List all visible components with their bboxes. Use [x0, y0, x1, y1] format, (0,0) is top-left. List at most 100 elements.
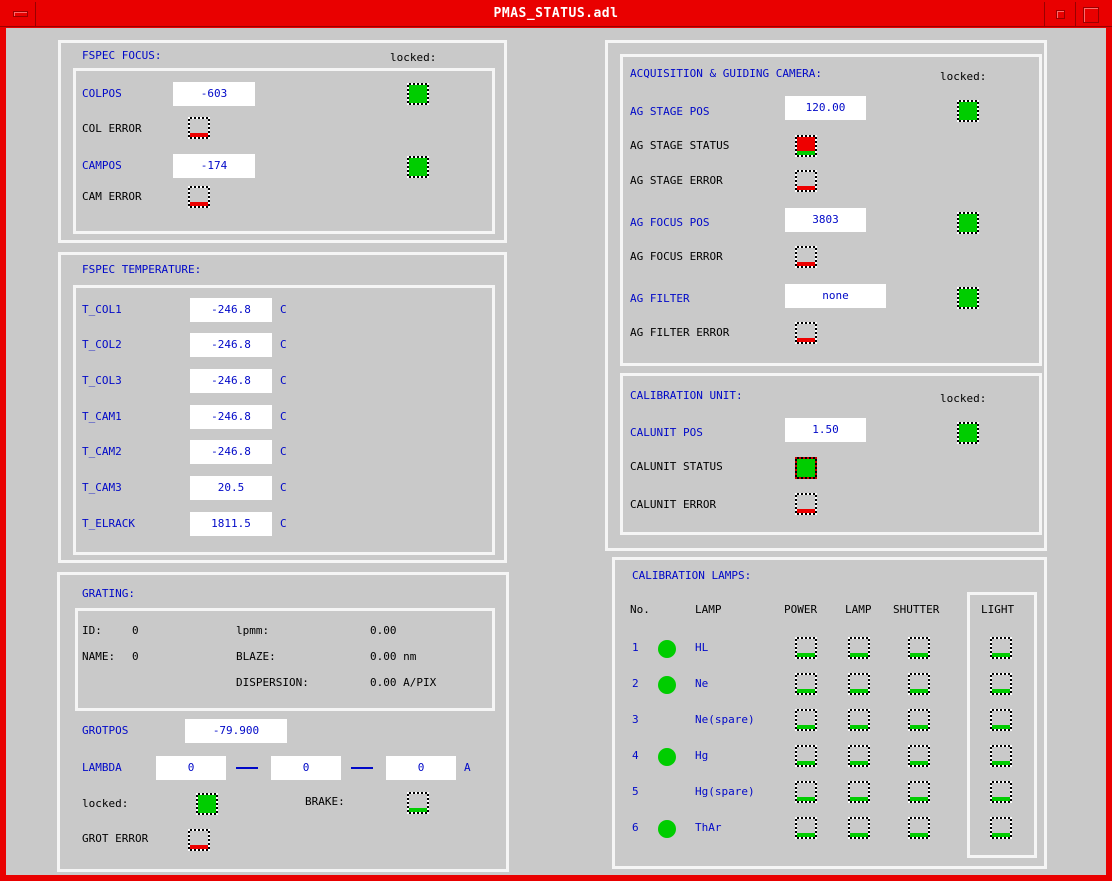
grating-name-value: 0	[132, 651, 139, 663]
grating-id-value: 0	[132, 625, 139, 637]
lamp-row-no: 5	[632, 786, 639, 798]
minimize-button[interactable]	[1045, 4, 1075, 25]
fspec-temperature-panel: FSPEC TEMPERATURE: T_COL1 -246.8 C T_COL…	[58, 252, 507, 563]
grating-locked-indicator	[196, 793, 218, 815]
ag-focus-error-indicator	[795, 246, 817, 268]
calunit-error-indicator	[795, 493, 817, 515]
grating-lpmm-label: lpmm:	[236, 625, 269, 637]
lambda-dash	[351, 767, 373, 769]
temp-row-field[interactable]: 1811.5	[190, 512, 272, 536]
lambda-field-1[interactable]: 0	[156, 756, 226, 780]
lambda-label: LAMBDA	[82, 762, 122, 774]
grating-panel: GRATING: ID: 0 lpmm: 0.00 NAME: 0 BLAZE:…	[57, 572, 509, 872]
lamp-on-dot-4	[658, 748, 676, 766]
ag-focus-pos-field[interactable]: 3803	[785, 208, 866, 232]
grotpos-field[interactable]: -79.900	[185, 719, 287, 743]
temp-row-field[interactable]: 20.5	[190, 476, 272, 500]
ag-filter-field[interactable]: none	[785, 284, 886, 308]
calibration-lamps-title: CALIBRATION LAMPS:	[632, 570, 751, 582]
lamp-6-lamp-indicator	[848, 817, 870, 839]
display-area: FSPEC FOCUS: locked: COLPOS -603 COL ERR…	[6, 28, 1106, 875]
lamp-6-shutter-indicator	[908, 817, 930, 839]
fspec-temperature-inner-panel: T_COL1 -246.8 C T_COL2 -246.8 C T_COL3 -…	[73, 285, 495, 555]
lamp-row-no: 2	[632, 678, 639, 690]
colpos-label: COLPOS	[82, 88, 122, 100]
ag-stage-error-indicator	[795, 170, 817, 192]
calibration-unit-panel: CALIBRATION UNIT: locked: CALUNIT POS 1.…	[620, 373, 1042, 535]
fspec-focus-title: FSPEC FOCUS:	[82, 50, 161, 62]
lamp-row-name: HL	[695, 642, 708, 654]
calibration-unit-title: CALIBRATION UNIT:	[630, 390, 743, 402]
ag-filter-error-indicator	[795, 322, 817, 344]
lamp-5-power-indicator	[795, 781, 817, 803]
lamp-4-light-indicator	[990, 745, 1012, 767]
lamp-2-light-indicator	[990, 673, 1012, 695]
lamp-on-dot-1	[658, 640, 676, 658]
temp-row-label: T_ELRACK	[82, 518, 135, 530]
lamp-3-lamp-indicator	[848, 709, 870, 731]
ag-filter-label: AG FILTER	[630, 293, 690, 305]
calunit-status-indicator	[795, 457, 817, 479]
lamp-row-no: 1	[632, 642, 639, 654]
ag-camera-panel: ACQUISITION & GUIDING CAMERA: locked: AG…	[620, 54, 1042, 366]
grating-blaze-label: BLAZE:	[236, 651, 276, 663]
cam-error-indicator	[188, 186, 210, 208]
lamp-3-shutter-indicator	[908, 709, 930, 731]
temp-row-field[interactable]: -246.8	[190, 298, 272, 322]
temp-row-label: T_CAM1	[82, 411, 122, 423]
lamp-1-lamp-indicator	[848, 637, 870, 659]
lamp-2-lamp-indicator	[848, 673, 870, 695]
lamp-on-dot-6	[658, 820, 676, 838]
fspec-focus-inner-panel: COLPOS -603 COL ERROR CAMPOS -174 CAM ER…	[73, 68, 495, 234]
temp-row-unit: C	[280, 482, 287, 494]
calunit-pos-field[interactable]: 1.50	[785, 418, 866, 442]
grating-dispersion-value: 0.00 A/PIX	[370, 677, 436, 689]
lamp-row-name: Ne(spare)	[695, 714, 755, 726]
col-error-label: COL ERROR	[82, 123, 142, 135]
fspec-focus-panel: FSPEC FOCUS: locked: COLPOS -603 COL ERR…	[58, 40, 507, 243]
ag-filter-locked-indicator	[957, 287, 979, 309]
temp-row-field[interactable]: -246.8	[190, 440, 272, 464]
ag-stage-pos-field[interactable]: 120.00	[785, 96, 866, 120]
lamps-header-shutter: SHUTTER	[893, 604, 939, 616]
window-menu-icon	[13, 11, 28, 17]
lamp-row-no: 6	[632, 822, 639, 834]
lamp-2-shutter-indicator	[908, 673, 930, 695]
temp-row-label: T_CAM2	[82, 446, 122, 458]
lambda-dash	[236, 767, 258, 769]
temp-row-unit: C	[280, 339, 287, 351]
cam-error-label: CAM ERROR	[82, 191, 142, 203]
ag-camera-title: ACQUISITION & GUIDING CAMERA:	[630, 68, 822, 80]
lamp-1-shutter-indicator	[908, 637, 930, 659]
temp-row-label: T_COL2	[82, 339, 122, 351]
window-title: PMAS_STATUS.adl	[0, 6, 1112, 21]
lambda-field-2[interactable]: 0	[271, 756, 341, 780]
temp-row-label: T_CAM3	[82, 482, 122, 494]
lamp-row-no: 3	[632, 714, 639, 726]
temp-row-field[interactable]: -246.8	[190, 369, 272, 393]
campos-label: CAMPOS	[82, 160, 122, 172]
grating-name-label: NAME:	[82, 651, 115, 663]
window-menu-button[interactable]	[6, 4, 34, 25]
ag-camera-locked-label: locked:	[940, 71, 986, 83]
lamp-6-power-indicator	[795, 817, 817, 839]
campos-locked-indicator	[407, 156, 429, 178]
minimize-icon	[1056, 10, 1065, 19]
maximize-button[interactable]	[1076, 4, 1106, 25]
fspec-focus-locked-label: locked:	[390, 52, 436, 64]
temp-row-label: T_COL3	[82, 375, 122, 387]
lamp-on-dot-2	[658, 676, 676, 694]
calunit-error-label: CALUNIT ERROR	[630, 499, 716, 511]
brake-indicator	[407, 792, 429, 814]
colpos-field[interactable]: -603	[173, 82, 255, 106]
campos-field[interactable]: -174	[173, 154, 255, 178]
temp-row-field[interactable]: -246.8	[190, 405, 272, 429]
lamp-3-light-indicator	[990, 709, 1012, 731]
titlebar-bottom-line	[0, 26, 1112, 27]
lambda-field-3[interactable]: 0	[386, 756, 456, 780]
lamp-row-name: Hg	[695, 750, 708, 762]
temp-row-field[interactable]: -246.8	[190, 333, 272, 357]
lamp-5-lamp-indicator	[848, 781, 870, 803]
lamp-5-shutter-indicator	[908, 781, 930, 803]
titlebar-divider	[35, 2, 36, 27]
